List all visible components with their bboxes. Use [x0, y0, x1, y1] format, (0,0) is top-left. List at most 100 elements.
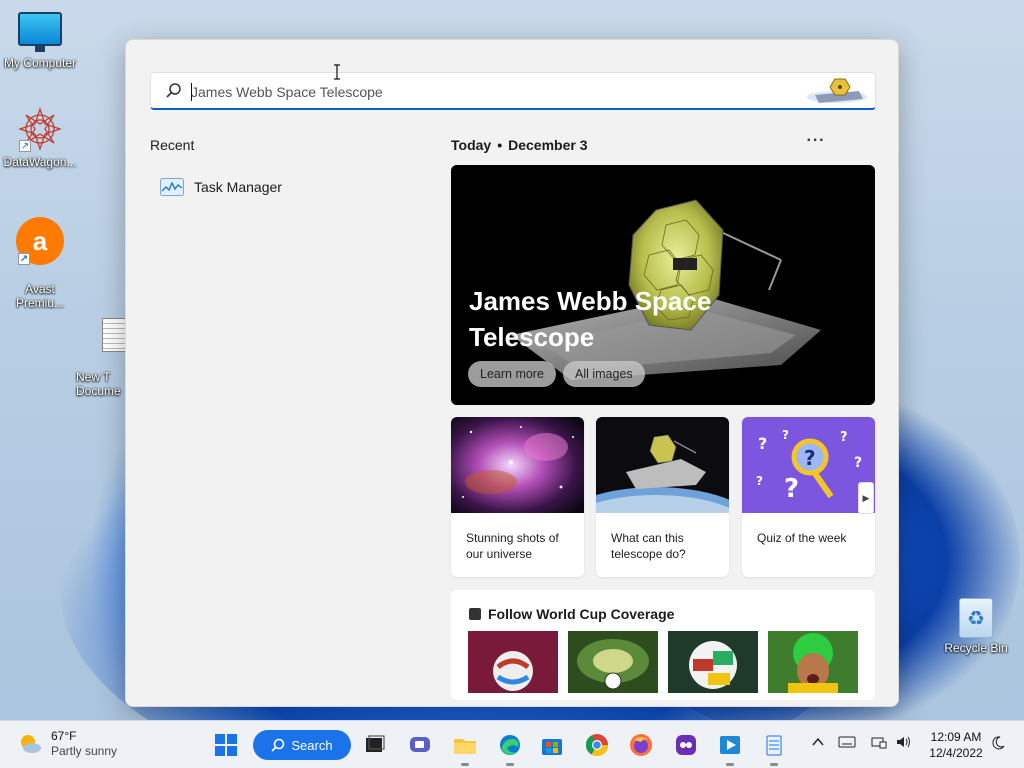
all-images-button[interactable]: All images [563, 361, 645, 387]
avast-icon: a ↗ [16, 217, 64, 265]
svg-text:?: ? [840, 430, 848, 445]
task-view-button[interactable] [360, 730, 390, 760]
nebula-image [451, 417, 584, 513]
text-document-icon [102, 318, 126, 352]
world-cup-thumb-2[interactable] [568, 631, 658, 693]
recent-item-task-manager[interactable]: Task Manager [150, 172, 390, 202]
learn-more-button[interactable]: Learn more [468, 361, 556, 387]
card-quiz-of-the-week[interactable]: ? ? ? ? ? ? ? Quiz of the week [742, 417, 875, 577]
search-icon [166, 83, 181, 98]
search-panel: Recent Task Manager Today•December 3 ··· [125, 39, 899, 707]
card-caption: Quiz of the week [757, 531, 847, 545]
desktop-icon-avast[interactable]: a ↗ Avast Premiu... [0, 203, 80, 324]
taskbar-search-button[interactable]: Search [253, 730, 351, 760]
svg-text:?: ? [758, 434, 767, 453]
telescope-earth-image [596, 417, 729, 513]
desktop-icon-my-computer[interactable]: My Computer [0, 12, 80, 70]
highlight-cards: Stunning shots of our universe What can … [451, 417, 875, 577]
search-icon [271, 738, 285, 752]
file-explorer-button[interactable] [450, 730, 480, 766]
show-hidden-icons-button[interactable] [811, 735, 825, 752]
task-view-icon [366, 735, 385, 752]
svg-text:?: ? [804, 446, 816, 470]
quiz-image: ? ? ? ? ? ? ? [742, 417, 875, 513]
desktop-icon-label: My Computer [3, 56, 77, 70]
chat-icon [410, 737, 430, 752]
speaker-icon [897, 736, 910, 748]
card-caption: Stunning shots of our universe [466, 531, 559, 561]
task-manager-icon [160, 178, 184, 196]
text-caret [191, 83, 192, 101]
media-player-icon [720, 736, 740, 754]
weather-widget[interactable]: 67°F Partly sunny [18, 729, 117, 759]
purple-app-button[interactable] [671, 730, 701, 760]
date-label: December 3 [508, 137, 588, 153]
desktop-icon-datawagon[interactable]: ↗ DataWagon... [0, 106, 80, 169]
volume-button[interactable] [895, 735, 913, 752]
chevron-up-icon [812, 737, 824, 746]
search-input[interactable] [191, 79, 791, 105]
more-options-button[interactable]: ··· [806, 132, 826, 152]
svg-text:?: ? [782, 428, 789, 442]
desktop-icon-recycle-bin[interactable]: ♻ Recycle Bin [936, 598, 1016, 655]
svg-text:?: ? [784, 474, 799, 504]
desktop-icon-label: DataWagon... [3, 155, 77, 169]
search-box[interactable] [150, 72, 876, 110]
recent-heading: Recent [150, 137, 195, 153]
app-purple-icon [676, 735, 696, 755]
datawagon-icon: ↗ [17, 106, 63, 152]
network-button[interactable] [870, 735, 888, 752]
clock-time: 12:09 AM [930, 730, 982, 744]
text-cursor-icon [334, 64, 340, 80]
partly-sunny-icon [21, 735, 41, 753]
recent-item-label: Task Manager [194, 179, 282, 195]
chrome-button[interactable] [582, 730, 612, 760]
computer-icon [18, 12, 62, 52]
store-icon [542, 739, 562, 755]
card-telescope-capabilities[interactable]: What can this telescope do? [596, 417, 729, 577]
recycle-bin-icon: ♻ [959, 598, 993, 638]
telescope-highlight-icon [807, 78, 867, 103]
edge-button[interactable] [495, 730, 525, 766]
start-button[interactable] [211, 730, 241, 760]
scroll-right-button[interactable]: ▶ [858, 482, 874, 514]
keyboard-button[interactable] [838, 735, 856, 752]
keyboard-icon [838, 736, 856, 748]
world-cup-thumb-3[interactable] [668, 631, 758, 693]
desktop-icon-label: Recycle Bin [944, 641, 1008, 655]
clock-date: 12/4/2022 [929, 746, 983, 760]
card-stunning-shots[interactable]: Stunning shots of our universe [451, 417, 584, 577]
clock[interactable]: 12:09 AM 12/4/2022 [924, 729, 988, 761]
hero-card[interactable]: James Webb Space Telescope Learn more Al… [451, 165, 875, 405]
world-cup-section[interactable]: Follow World Cup Coverage [451, 590, 875, 700]
network-icon [871, 737, 887, 749]
windows-logo-icon [215, 734, 237, 756]
notepad-icon [766, 735, 782, 756]
today-label: Today [451, 137, 492, 153]
microsoft-store-button[interactable] [537, 730, 567, 760]
world-cup-icon [469, 608, 481, 620]
world-cup-thumb-4[interactable] [768, 631, 858, 693]
weather-condition: Partly sunny [51, 744, 118, 758]
teams-chat-button[interactable] [405, 730, 435, 760]
svg-text:?: ? [854, 455, 862, 471]
desktop-icon-label: Avast Premiu... [15, 282, 64, 310]
media-player-button[interactable] [715, 730, 745, 766]
world-cup-heading: Follow World Cup Coverage [469, 606, 674, 622]
notepad-button[interactable] [759, 730, 789, 766]
chrome-icon [586, 734, 608, 756]
edge-icon [500, 735, 520, 755]
moon-icon [992, 736, 1005, 750]
hero-title: James Webb Space Telescope [469, 286, 712, 352]
focus-assist-button[interactable] [990, 735, 1006, 754]
firefox-button[interactable] [626, 730, 656, 760]
world-cup-heading-text: Follow World Cup Coverage [488, 606, 675, 622]
taskbar: 67°F Partly sunny Search 12:09 AM 12/4/2… [0, 720, 1024, 768]
firefox-icon [630, 734, 652, 756]
world-cup-thumb-1[interactable] [468, 631, 558, 693]
folder-icon [454, 739, 476, 754]
today-header: Today • December 3 [451, 137, 588, 153]
card-caption: What can this telescope do? [611, 531, 686, 561]
taskbar-search-label: Search [291, 737, 333, 753]
weather-temp: 67°F [51, 729, 77, 743]
